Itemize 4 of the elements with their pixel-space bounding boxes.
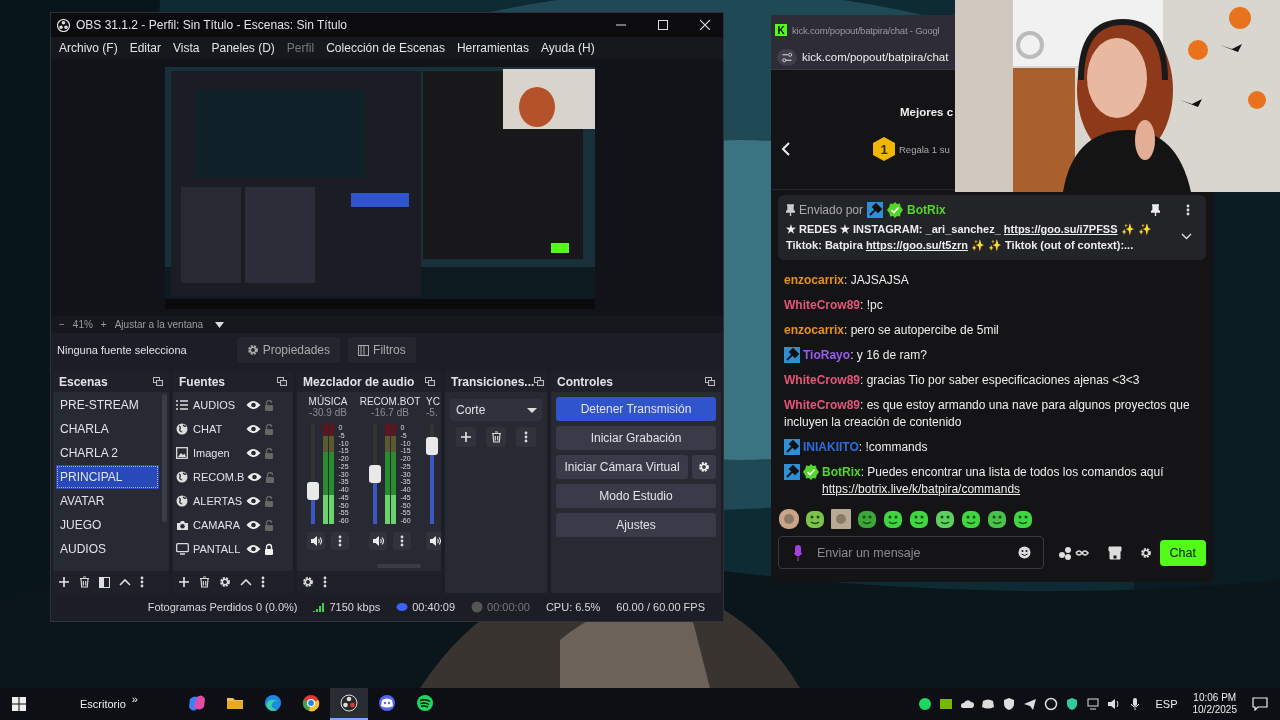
clock[interactable]: 10:06 PM 10/2/2025 [1192,692,1237,716]
toolbar-label[interactable]: Escritorio [80,698,126,710]
language-indicator[interactable]: ESP [1155,698,1178,710]
overflow-button[interactable]: » [131,693,138,705]
